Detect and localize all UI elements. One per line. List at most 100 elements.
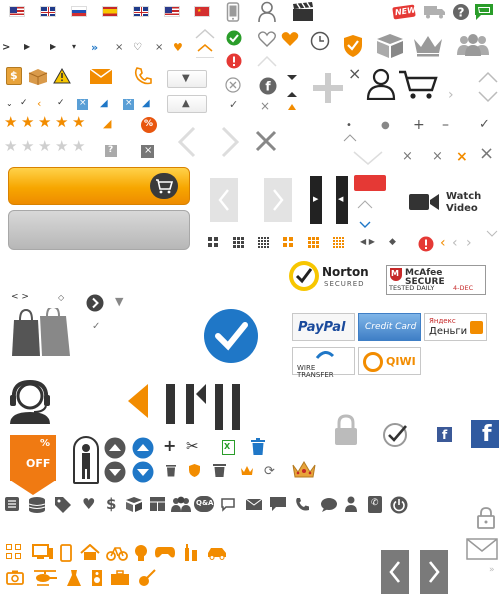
cart-icon[interactable] (398, 70, 438, 100)
gamepad-orange-icon[interactable] (154, 545, 176, 560)
watch-video-line1[interactable]: Watch (446, 192, 481, 202)
envelope-icon[interactable] (90, 69, 112, 84)
slider-prev-button[interactable] (210, 178, 238, 222)
red-tab-button[interactable] (354, 175, 386, 191)
slider-next-dark-button[interactable]: ▶ (310, 176, 322, 224)
minus-small-icon[interactable]: – (442, 118, 449, 132)
plus-large-icon[interactable] (312, 72, 344, 104)
down-circle-dark-icon[interactable] (104, 461, 126, 483)
power-icon[interactable] (390, 496, 408, 514)
flag-es-icon[interactable] (102, 6, 118, 17)
slider-handle-3[interactable] (215, 384, 223, 430)
close-small-icon-2[interactable]: × (155, 43, 163, 53)
double-chevron-icon[interactable]: » (91, 42, 98, 53)
star-icon[interactable]: ★ (72, 115, 85, 130)
slider-prev-dark-button[interactable]: ◀ (336, 176, 348, 224)
car-orange-icon[interactable] (206, 546, 228, 560)
slider-handle-2[interactable] (186, 384, 206, 424)
star-rating-empty[interactable]: ★ ★ ★ ★ ★ (4, 139, 89, 157)
play-small-icon[interactable]: ▶ (24, 43, 30, 51)
help-square-icon[interactable]: ? (105, 145, 117, 157)
star-icon[interactable]: ★ (4, 115, 17, 130)
grid-outline-orange-icon[interactable] (6, 544, 22, 560)
double-chevron-gray-icon[interactable]: » (489, 566, 495, 575)
chevron-left-large-light-icon[interactable] (177, 126, 197, 158)
flag-us-icon-2[interactable] (164, 6, 180, 17)
chevron-up-gray-icon[interactable] (477, 70, 499, 84)
phone-chat-icon[interactable] (295, 496, 313, 513)
checkbox-checked-icon-2[interactable]: × (123, 99, 134, 110)
facebook-square-small-icon[interactable]: f (437, 427, 452, 442)
chevron-down-tiny-icon[interactable] (486, 230, 498, 238)
user-icon[interactable] (257, 1, 277, 23)
chevron-down-gray-icon[interactable] (477, 90, 499, 104)
close-x-orange-icon[interactable]: × (456, 150, 468, 164)
caret-down-icon[interactable]: ▾ (72, 43, 76, 51)
caret-down-gray-icon[interactable]: ▼ (115, 296, 123, 307)
grid-3x3-icon[interactable] (233, 237, 244, 248)
up-circle-dark-icon[interactable] (104, 437, 126, 459)
chevron-up-outline-icon[interactable] (195, 28, 215, 40)
heart-outline-icon[interactable] (258, 31, 276, 47)
close-large-icon[interactable] (255, 130, 277, 152)
home-orange-icon[interactable] (80, 544, 100, 561)
camera-orange-icon[interactable] (6, 570, 24, 585)
chevron-down-blue-icon[interactable] (359, 221, 371, 229)
play-small-icon-2[interactable]: ▶ (50, 43, 56, 51)
facebook-circle-icon[interactable]: f (259, 77, 277, 95)
star-empty-icon[interactable]: ★ (72, 139, 85, 154)
star-empty-icon[interactable]: ★ (4, 139, 17, 154)
carousel-prev-button[interactable] (381, 550, 409, 594)
heart-small-icon[interactable]: ♥ (173, 42, 183, 53)
excel-file-icon[interactable]: X (222, 440, 235, 455)
phone-icon[interactable] (134, 67, 152, 85)
phone-orange-icon[interactable] (60, 544, 72, 562)
chevron-up-orange-icon[interactable] (197, 43, 213, 53)
trash-small-icon[interactable] (165, 464, 177, 477)
cart-circle-icon[interactable] (150, 173, 178, 199)
slider-handle-4[interactable] (232, 384, 240, 430)
star-rating-filled[interactable]: ★ ★ ★ ★ ★ (4, 115, 89, 133)
bicycle-orange-icon[interactable] (106, 544, 128, 561)
down-circle-blue-icon[interactable] (132, 461, 154, 483)
clapperboard-icon[interactable] (292, 2, 314, 22)
plus-small-icon[interactable]: + (413, 118, 425, 132)
star-empty-icon[interactable]: ★ (38, 139, 51, 154)
close-x-icon[interactable]: × (348, 66, 361, 82)
flag-us-icon[interactable] (9, 6, 25, 17)
plus-dark-icon[interactable]: + (163, 438, 176, 454)
prev-next-small-icon[interactable]: ◀ ▶ (360, 238, 375, 246)
watch-video-line2[interactable]: Video (446, 204, 478, 214)
speech-bubble-icon[interactable] (320, 497, 338, 512)
star-empty-icon[interactable]: ★ (55, 139, 68, 154)
mobile-icon[interactable] (226, 2, 240, 22)
heart-filled-icon[interactable] (281, 31, 299, 47)
next-circle-icon[interactable] (86, 294, 104, 312)
trash-medium-icon[interactable] (212, 463, 227, 478)
dropdown-button-up[interactable]: ▲ (167, 95, 207, 113)
comments-icon[interactable] (220, 497, 238, 512)
grid-2x2-icon[interactable] (208, 237, 218, 247)
star-empty-icon[interactable]: ★ (21, 139, 34, 154)
facebook-square-large-icon[interactable]: f (471, 420, 499, 448)
star-icon[interactable]: ★ (21, 115, 34, 130)
close-x-gray-icon[interactable]: × (260, 100, 270, 112)
mail-outline-icon[interactable] (466, 538, 498, 560)
close-x-large-icon[interactable]: × (479, 145, 494, 163)
close-circle-icon[interactable] (225, 77, 241, 93)
checkbox-checked-icon[interactable]: × (77, 99, 88, 110)
close-square-icon[interactable]: × (141, 145, 154, 158)
chevron-up-tiny-icon[interactable] (343, 134, 357, 142)
triangle-orange-icon[interactable] (287, 103, 297, 111)
chevron-right-large-light-icon[interactable] (220, 126, 240, 158)
close-x-gray-icon-2[interactable]: × (402, 150, 413, 163)
flag-gb-icon-2[interactable] (133, 6, 149, 17)
close-small-icon[interactable]: × (115, 43, 123, 53)
chevron-down-light-large-icon[interactable] (352, 150, 384, 166)
chat-dark-icon[interactable] (269, 496, 287, 512)
mail-dark-icon[interactable] (246, 499, 262, 510)
dropdown-button[interactable]: ▼ (167, 70, 207, 88)
chevron-right-icon[interactable]: > (2, 43, 10, 53)
chevron-left-gray-icon[interactable]: ‹ (452, 236, 458, 250)
grid-4x4-icon[interactable] (258, 237, 269, 248)
